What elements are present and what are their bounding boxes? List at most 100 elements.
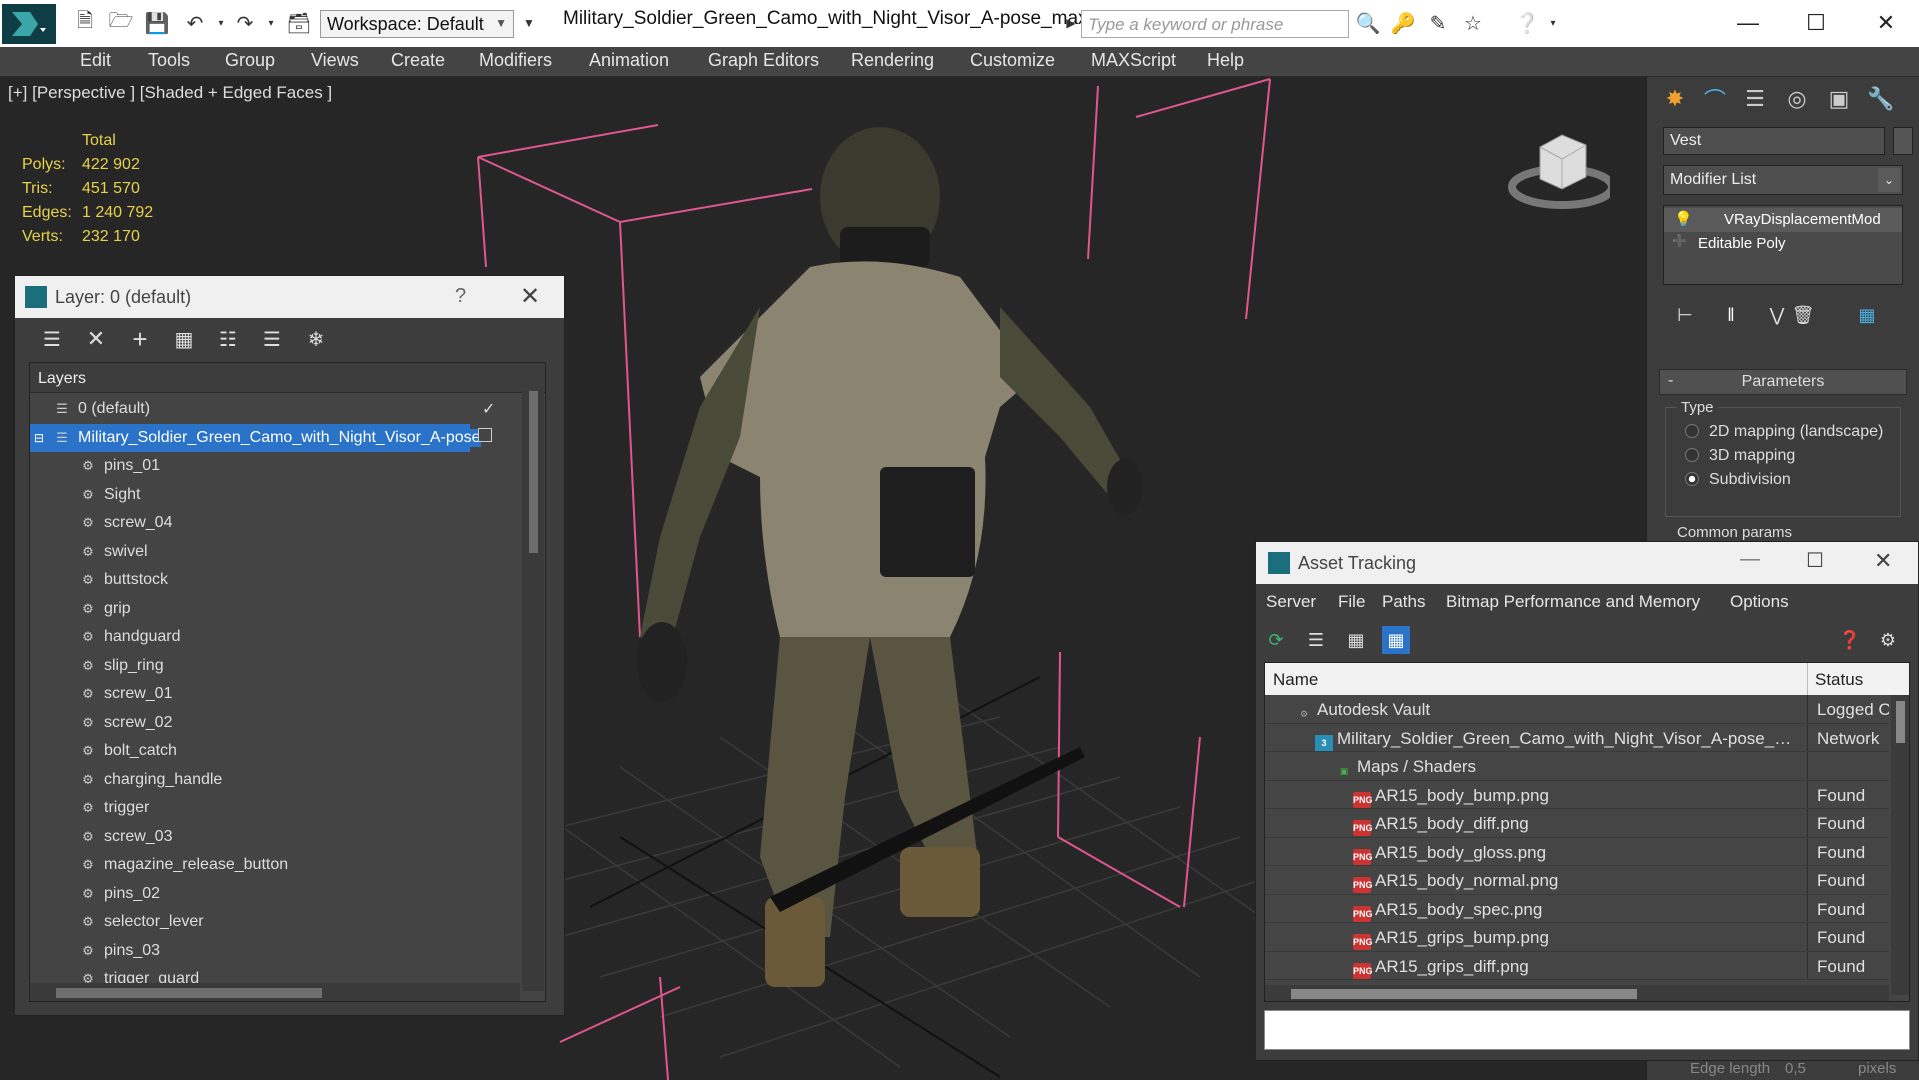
menu-create[interactable]: Create [391,50,445,71]
menu-group[interactable]: Group [225,50,275,71]
minimize-icon[interactable]: — [1740,548,1760,571]
new-file-icon[interactable]: 🗎 [72,10,98,36]
object-row[interactable]: ⚙ screw_03 [30,823,520,852]
asset-path-field[interactable] [1264,1010,1910,1050]
pin-stack-icon[interactable]: ⊢ [1669,299,1701,331]
stack-item-editable-poly[interactable]: ➕ Editable Poly [1664,232,1902,256]
maximize-icon[interactable]: ☐ [1788,4,1844,42]
object-row[interactable]: ⚙ slip_ring [30,652,520,681]
scroll-thumb[interactable] [1896,701,1905,743]
menu-customize[interactable]: Customize [970,50,1055,71]
redo-dropdown-icon[interactable]: ▾ [258,10,284,36]
refresh-icon[interactable]: ⟳ [1262,626,1290,654]
stack-item-vray-displacement[interactable]: 💡 VRayDisplacementMod [1664,208,1902,232]
remove-modifier-icon[interactable]: 🗑 [1787,299,1819,331]
menu-rendering[interactable]: Rendering [851,50,934,71]
asset-row[interactable]: ▣ Maps / Shaders [1265,752,1889,781]
layers-column-header[interactable]: Layers [30,363,545,393]
set-current-layer-checkbox[interactable] [478,427,492,442]
asset-row[interactable]: PNG AR15_body_gloss.png Found [1265,837,1889,866]
menu-tools[interactable]: Tools [148,50,190,71]
create-layer-icon[interactable]: ☰ [39,326,65,352]
save-file-icon[interactable]: 💾 [144,10,170,36]
layer-row[interactable]: ☰ 0 (default) ✓ [30,395,520,424]
favorites-star-icon[interactable]: ☆ [1460,10,1486,36]
vertical-scrollbar[interactable] [522,391,544,991]
configure-modifier-sets-icon[interactable]: ▦ [1851,299,1883,331]
asset-menu-file[interactable]: File [1338,592,1365,612]
utilities-tab-icon[interactable]: 🔧 [1865,83,1897,115]
asset-row[interactable]: PNG AR15_body_bump.png Found [1265,780,1889,809]
scroll-thumb[interactable] [529,391,538,553]
object-color-swatch[interactable] [1893,127,1913,155]
app-logo-icon[interactable] [2,4,56,44]
scroll-thumb[interactable] [56,988,322,998]
hide-all-layers-icon[interactable]: ☰ [259,326,285,352]
menu-modifiers[interactable]: Modifiers [479,50,552,71]
delete-layer-icon[interactable]: ✕ [83,326,109,352]
close-icon[interactable]: ✕ [1874,548,1892,574]
open-file-icon[interactable]: 🗁 [108,10,134,36]
add-to-layer-icon[interactable]: + [127,324,153,354]
object-name-field[interactable]: Vest [1663,127,1885,155]
object-row[interactable]: ⚙ pins_03 [30,937,520,966]
expand-plus-icon[interactable]: ➕ [1672,234,1687,248]
menu-views[interactable]: Views [311,50,359,71]
object-row[interactable]: ⚙ charging_handle [30,766,520,795]
sign-in-icon[interactable]: ✎ [1425,10,1451,36]
object-row[interactable]: ⚙ grip [30,595,520,624]
object-row[interactable]: ⚙ buttstock [30,566,520,595]
workspace-selector[interactable]: Workspace: Default ▼ [320,10,514,38]
menu-animation[interactable]: Animation [589,50,669,71]
display-tab-icon[interactable]: ▣ [1823,83,1855,115]
object-row[interactable]: ⚙ selector_lever [30,908,520,937]
viewcube-icon[interactable] [1500,117,1610,217]
menu-edit[interactable]: Edit [80,50,111,71]
layer-dialog-titlebar[interactable]: Layer: 0 (default) ? ✕ [15,276,564,318]
list-view-icon[interactable]: ☰ [1302,626,1330,654]
close-icon[interactable]: ✕ [520,282,540,311]
asset-menu-options[interactable]: Options [1730,592,1789,612]
object-row[interactable]: ⚙ screw_04 [30,509,520,538]
collapse-icon[interactable]: ⊟ [34,431,44,445]
maximize-icon[interactable]: ☐ [1806,548,1824,573]
modifier-list-dropdown[interactable]: Modifier List ⌄ [1663,165,1903,195]
asset-row[interactable]: ⚙ Autodesk Vault Logged Out [1265,695,1889,724]
column-separator[interactable] [1807,663,1808,695]
help-icon[interactable]: ? [455,285,466,308]
settings-help-icon[interactable]: ⚙ [1874,626,1902,654]
highlight-layer-icon[interactable]: ☷ [215,326,241,352]
search-input[interactable]: Type a keyword or phrase [1081,10,1349,38]
current-layer-check-icon[interactable]: ✓ [482,399,495,419]
key-icon[interactable]: 🔑 [1390,10,1416,36]
help-icon[interactable]: ❓ [1836,626,1864,654]
object-row[interactable]: ⚙ magazine_release_button [30,851,520,880]
undo-dropdown-icon[interactable]: ▾ [208,10,234,36]
soldier-model[interactable] [637,127,1143,987]
object-row[interactable]: ⚙ bolt_catch [30,737,520,766]
light-bulb-icon[interactable]: 💡 [1674,210,1693,228]
workspace-menu-icon[interactable]: ▼ [516,10,542,36]
thumbnail-view-icon[interactable]: ▦ [1342,626,1370,654]
asset-menu-server[interactable]: Server [1266,592,1316,612]
menu-help[interactable]: Help [1207,50,1244,71]
asset-row[interactable]: PNG AR15_body_diff.png Found [1265,809,1889,838]
object-row[interactable]: ⚙ pins_02 [30,880,520,909]
object-row[interactable]: ⚙ trigger [30,794,520,823]
asset-menu-bitmap-performance[interactable]: Bitmap Performance and Memory [1446,592,1700,612]
asset-row[interactable]: PNG AR15_grips_diff.png Found [1265,951,1889,980]
menu-maxscript[interactable]: MAXScript [1091,50,1176,71]
scroll-thumb[interactable] [1291,989,1637,999]
select-layer-objects-icon[interactable]: ▦ [171,326,197,352]
menu-graph-editors[interactable]: Graph Editors [708,50,819,71]
object-row[interactable]: ⚙ swivel [30,538,520,567]
object-row[interactable]: ⚙ screw_01 [30,680,520,709]
project-folder-icon[interactable]: 🗃 [286,10,312,36]
radio-3d-mapping[interactable]: 3D mapping [1685,447,1795,465]
asset-row[interactable]: PNG AR15_body_spec.png Found [1265,894,1889,923]
viewport-label[interactable]: [+] [Perspective ] [Shaded + Edged Faces… [8,83,332,103]
show-end-result-icon[interactable]: ‖ [1715,299,1747,331]
help-icon[interactable]: ❔ [1514,10,1540,36]
asset-dialog-titlebar[interactable]: Asset Tracking — ☐ ✕ [1256,542,1918,584]
redo-icon[interactable]: ↷ [232,10,258,36]
